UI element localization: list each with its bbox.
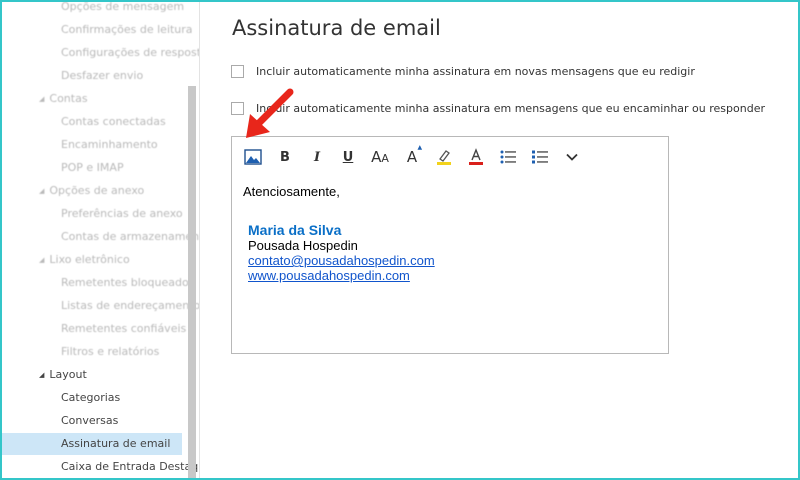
signature-email-link[interactable]: contato@pousadahospedin.com bbox=[248, 253, 435, 268]
sidebar-item[interactable]: Configurações de resposta bbox=[61, 42, 200, 64]
settings-sidebar: Opções de mensagem Confirmações de leitur… bbox=[2, 0, 200, 480]
underline-button[interactable]: U bbox=[336, 146, 360, 168]
highlight-button[interactable] bbox=[432, 146, 456, 168]
sidebar-item-label: Listas de endereçamento bbox=[61, 299, 200, 312]
insert-image-icon bbox=[244, 149, 262, 165]
numbered-list-icon bbox=[532, 150, 548, 164]
sidebar-item-label: Contas de armazenamento bbox=[61, 230, 200, 243]
sidebar-item-label: Remetentes bloqueados bbox=[61, 276, 195, 289]
bold-icon: B bbox=[280, 149, 290, 165]
sidebar-item-label: POP e IMAP bbox=[61, 161, 124, 174]
sidebar-item-label: Lixo eletrônico bbox=[49, 253, 130, 266]
sidebar-item[interactable]: Assinatura de email bbox=[61, 433, 170, 455]
sidebar-item-label: Remetentes confiáveis bbox=[61, 322, 187, 335]
underline-icon: U bbox=[342, 149, 354, 165]
sidebar-item[interactable]: Remetentes confiáveis bbox=[61, 318, 186, 340]
collapse-triangle-icon: ◢ bbox=[39, 371, 45, 379]
sidebar-group[interactable]: ◢ Layout bbox=[39, 364, 87, 386]
sidebar-item[interactable]: POP e IMAP bbox=[61, 157, 124, 179]
more-options-button[interactable] bbox=[560, 146, 584, 168]
signature-company: Pousada Hospedin bbox=[248, 238, 358, 253]
sidebar-item[interactable]: Remetentes bloqueados bbox=[61, 272, 194, 294]
signature-greeting: Atenciosamente, bbox=[243, 184, 340, 199]
sidebar-item[interactable]: Contas conectadas bbox=[61, 111, 166, 133]
sidebar-item-label: Categorias bbox=[61, 391, 121, 404]
option-auto-new-checkbox[interactable] bbox=[231, 64, 244, 78]
sidebar-item[interactable]: Filtros e relatórios bbox=[61, 341, 159, 363]
option-auto-reply-checkbox[interactable] bbox=[231, 101, 244, 115]
collapse-triangle-icon: ◢ bbox=[39, 256, 45, 264]
sidebar-item-label: Contas bbox=[49, 92, 88, 105]
bold-button[interactable]: B bbox=[273, 146, 297, 168]
highlighter-icon bbox=[437, 150, 451, 165]
collapse-triangle-icon: ◢ bbox=[39, 187, 45, 195]
sidebar-item[interactable]: Opções de mensagem bbox=[61, 0, 184, 18]
grow-font-button[interactable]: A ▲ bbox=[400, 144, 424, 168]
signature-name: Maria da Silva bbox=[248, 222, 342, 238]
sidebar-item-label: Opções de anexo bbox=[49, 184, 145, 197]
sidebar-item-label: Contas conectadas bbox=[61, 115, 166, 128]
collapse-triangle-icon: ◢ bbox=[39, 95, 45, 103]
font-color-icon bbox=[469, 148, 483, 165]
sidebar-item-label: Preferências de anexo bbox=[61, 207, 183, 220]
sidebar-scrollbar-thumb[interactable] bbox=[188, 86, 196, 480]
numbered-list-button[interactable] bbox=[528, 146, 552, 168]
option-auto-reply-label: Incluir automaticamente minha assinatura… bbox=[256, 101, 765, 115]
font-color-button[interactable] bbox=[464, 146, 488, 168]
sidebar-item[interactable]: Contas de armazenamento bbox=[61, 226, 200, 248]
option-auto-new-label: Incluir automaticamente minha assinatura… bbox=[256, 64, 695, 78]
sidebar-item[interactable]: Categorias bbox=[61, 387, 120, 409]
sidebar-item[interactable]: Encaminhamento bbox=[61, 134, 158, 156]
bullet-list-button[interactable] bbox=[496, 146, 520, 168]
bullet-list-icon bbox=[500, 150, 516, 164]
sidebar-item-label: Opções de mensagem bbox=[61, 0, 185, 13]
chevron-down-icon bbox=[566, 153, 578, 161]
sidebar-item[interactable]: Desfazer envio bbox=[61, 65, 143, 87]
sidebar-item-label: Encaminhamento bbox=[61, 138, 158, 151]
font-size-button[interactable]: AA bbox=[368, 146, 392, 168]
sidebar-item[interactable]: Conversas bbox=[61, 410, 118, 432]
sidebar-item-label: Caixa de Entrada Destaques bbox=[61, 460, 200, 473]
sidebar-item-label: Confirmações de leitura bbox=[61, 23, 193, 36]
grow-font-icon: A ▲ bbox=[406, 144, 423, 166]
insert-image-button[interactable] bbox=[241, 146, 265, 168]
font-size-icon: AA bbox=[371, 148, 389, 166]
sidebar-group[interactable]: ◢ Lixo eletrônico bbox=[39, 249, 130, 271]
sidebar-item-label: Filtros e relatórios bbox=[61, 345, 160, 358]
sidebar-item-label: Desfazer envio bbox=[61, 69, 144, 82]
sidebar-item[interactable]: Preferências de anexo bbox=[61, 203, 183, 225]
sidebar-item-label: Configurações de resposta bbox=[61, 46, 200, 59]
sidebar-item[interactable]: Caixa de Entrada Destaques bbox=[61, 456, 200, 478]
sidebar-divider bbox=[199, 0, 200, 480]
signature-website-link[interactable]: www.pousadahospedin.com bbox=[248, 268, 410, 283]
italic-button[interactable]: I bbox=[305, 146, 329, 168]
sidebar-item-label: Conversas bbox=[61, 414, 119, 427]
sidebar-group[interactable]: ◢ Contas bbox=[39, 88, 88, 110]
sidebar-item[interactable]: Confirmações de leitura bbox=[61, 19, 193, 41]
option-auto-reply-row[interactable]: Incluir automaticamente minha assinatura… bbox=[231, 99, 765, 117]
sidebar-item-label: Layout bbox=[49, 368, 87, 381]
sidebar-item-label: Assinatura de email bbox=[61, 437, 171, 450]
signature-editor[interactable]: B I U AA A ▲ Atenciosamente, Maria da Si… bbox=[231, 136, 669, 354]
page-title: Assinatura de email bbox=[232, 16, 441, 40]
option-auto-new-row[interactable]: Incluir automaticamente minha assinatura… bbox=[231, 62, 695, 80]
sidebar-item[interactable]: Listas de endereçamento bbox=[61, 295, 200, 317]
italic-icon: I bbox=[313, 149, 321, 165]
sidebar-group[interactable]: ◢ Opções de anexo bbox=[39, 180, 144, 202]
